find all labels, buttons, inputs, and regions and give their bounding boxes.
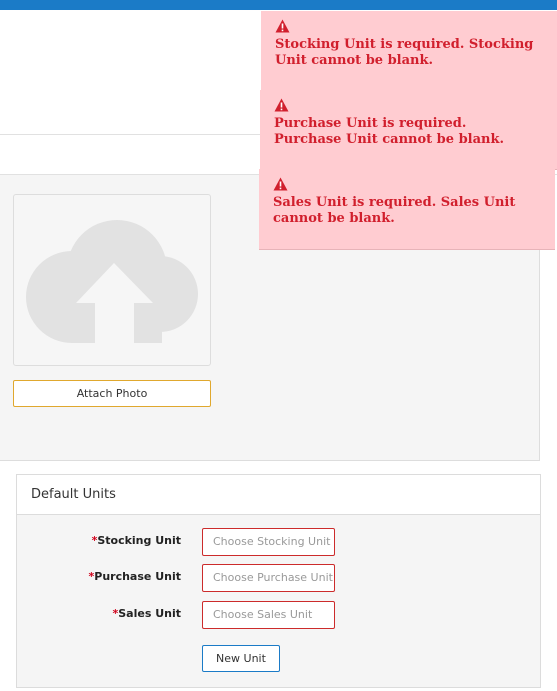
error-toast-stocking-unit[interactable]: Stocking Unit is required. Stocking Unit…: [261, 11, 557, 91]
purchase-unit-field[interactable]: Choose Purchase Unit: [202, 564, 335, 592]
default-units-header: Default Units: [17, 475, 540, 515]
purchase-unit-label: *Purchase Unit: [88, 570, 182, 583]
error-message: Sales Unit is required. Sales Unit canno…: [273, 195, 516, 226]
new-unit-button[interactable]: New Unit: [202, 645, 280, 672]
cloud-upload-icon: [26, 220, 198, 343]
error-toast-purchase-unit[interactable]: Purchase Unit is required. Purchase Unit…: [260, 90, 557, 170]
photo-placeholder[interactable]: [13, 194, 211, 366]
error-message: Purchase Unit is required. Purchase Unit…: [274, 116, 505, 147]
warning-icon: [274, 98, 289, 112]
warning-icon: [275, 19, 290, 33]
default-units-panel: Default Units *Stocking Unit Choose Stoc…: [16, 474, 541, 688]
sales-unit-label: *Sales Unit: [112, 607, 181, 620]
stocking-unit-field[interactable]: Choose Stocking Unit: [202, 528, 335, 556]
default-units-title: Default Units: [31, 487, 116, 502]
error-toast-sales-unit[interactable]: Sales Unit is required. Sales Unit canno…: [259, 169, 555, 250]
top-nav-bar: [0, 0, 557, 10]
stocking-unit-label: *Stocking Unit: [91, 534, 181, 547]
error-message: Stocking Unit is required. Stocking Unit…: [275, 37, 534, 68]
attach-photo-button[interactable]: Attach Photo: [13, 380, 211, 407]
sales-unit-field[interactable]: Choose Sales Unit: [202, 601, 335, 629]
warning-icon: [273, 177, 288, 191]
